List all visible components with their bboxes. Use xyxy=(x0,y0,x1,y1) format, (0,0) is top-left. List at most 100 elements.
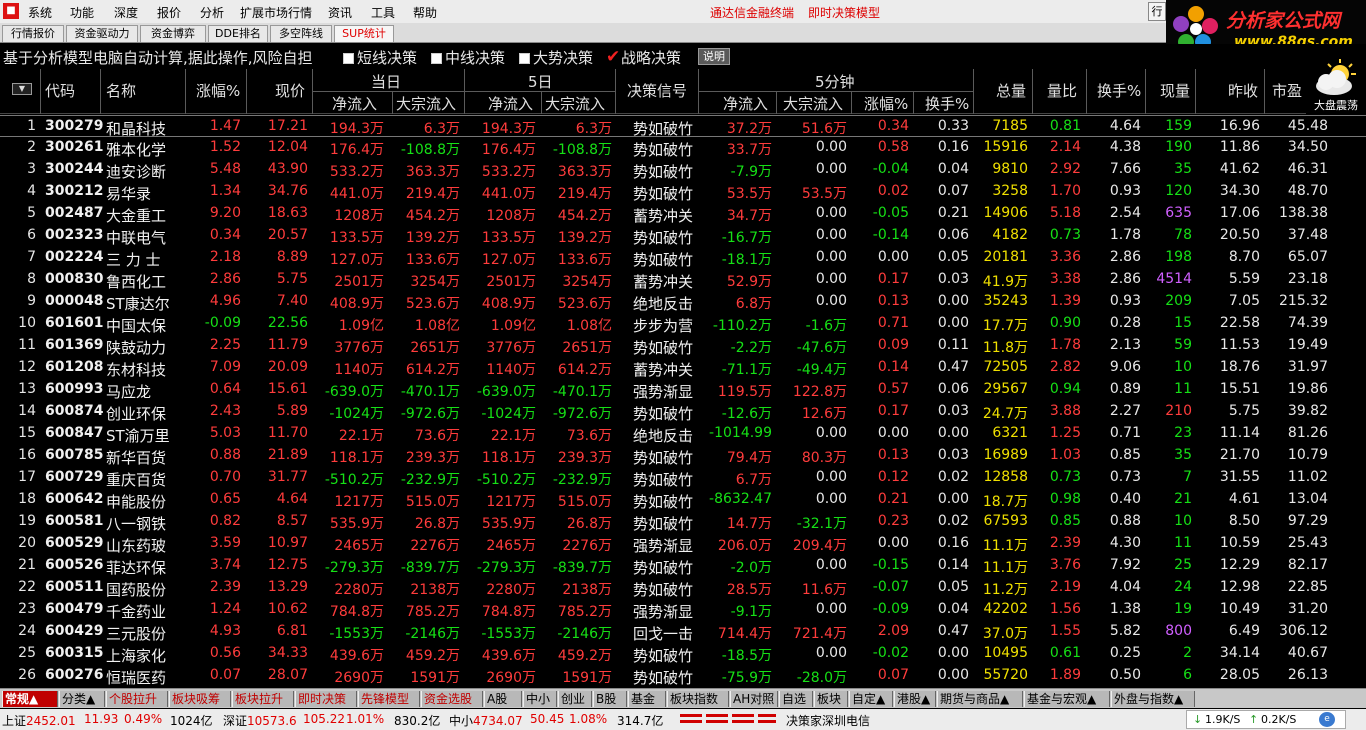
header-5min-turnover[interactable]: 换手% xyxy=(925,93,969,114)
bottom-tab[interactable]: 资金选股 xyxy=(421,691,483,707)
bottom-tab[interactable]: 期货与商品▲ xyxy=(937,691,1023,707)
menu-extended-market[interactable]: 扩展市场行情 xyxy=(240,4,312,21)
bottom-tab[interactable]: 常规▲ xyxy=(2,691,58,707)
header-5min-bulkflow[interactable]: 大宗流入 xyxy=(783,93,843,114)
bottom-tab[interactable]: 即时决策 xyxy=(295,691,357,707)
bottom-tab[interactable]: 自定▲ xyxy=(849,691,893,707)
table-row[interactable]: 10 601601 中国太保 步步为营 -0.09 22.56 1.09亿 1.08亿 1.09… xyxy=(0,313,1366,335)
menu-quote[interactable]: 报价 xyxy=(157,4,181,21)
header-pe[interactable]: 市盈 xyxy=(1272,80,1302,101)
menu-tools[interactable]: 工具 xyxy=(371,4,395,21)
header-volume[interactable]: 总量 xyxy=(996,80,1026,101)
bottom-tab[interactable]: 基金与宏观▲ xyxy=(1024,691,1110,707)
menu-overflow[interactable]: 行 xyxy=(1148,2,1166,21)
table-row[interactable]: 11 601369 陕鼓动力 势如破竹 2.25 11.79 3776万 2651万 3776万… xyxy=(0,335,1366,357)
sz-index[interactable]: 深证10573.6 xyxy=(223,712,297,729)
tab-sup-stats[interactable]: SUP统计 xyxy=(334,25,394,42)
bottom-tab[interactable]: 板块 xyxy=(814,691,848,707)
table-row[interactable]: 7 002224 三 力 士 势如破竹 2.18 8.89 127.0万 133.6万 127.… xyxy=(0,247,1366,269)
table-row[interactable]: 12 601208 东材科技 蓄势冲关 7.09 20.09 1140万 614.2万 1140… xyxy=(0,357,1366,379)
ie-icon[interactable]: e xyxy=(1319,712,1335,727)
table-row[interactable]: 4 300212 易华录 势如破竹 1.34 34.76 441.0万 219.4万 441.0… xyxy=(0,181,1366,203)
tab-dde-ranking[interactable]: DDE排名 xyxy=(208,25,268,42)
table-row[interactable]: 2 300261 雅本化学 势如破竹 1.52 12.04 176.4万 -108.8万 176… xyxy=(0,137,1366,159)
header-today-netflow[interactable]: 净流入 xyxy=(332,93,377,114)
header-price[interactable]: 现价 xyxy=(275,80,305,101)
table-row[interactable]: 1 300279 和晶科技 势如破竹 1.47 17.21 194.3万 6.3万 194.3万… xyxy=(0,115,1366,138)
sh-index[interactable]: 上证2452.01 xyxy=(2,712,76,729)
tab-quotes[interactable]: 行情报价 xyxy=(2,25,64,42)
table-row[interactable]: 13 600993 马应龙 强势渐显 0.64 15.61 -639.0万 -470.1万 -6… xyxy=(0,379,1366,401)
header-volume-ratio[interactable]: 量比 xyxy=(1047,80,1077,101)
header-5day-bulkflow[interactable]: 大宗流入 xyxy=(545,93,605,114)
tab-capital-game[interactable]: 资金博弈 xyxy=(140,25,206,42)
table-row[interactable]: 23 600479 千金药业 强势渐显 1.24 10.62 784.8万 785.2万 784… xyxy=(0,599,1366,621)
short-term-checkbox[interactable]: 短线决策 xyxy=(343,47,417,68)
header-code[interactable]: 代码 xyxy=(45,80,75,101)
explain-button[interactable]: 说明 xyxy=(698,48,730,65)
bottom-tab[interactable]: 分类▲ xyxy=(59,691,105,707)
table-row[interactable]: 25 600315 上海家化 势如破竹 0.56 34.33 439.6万 459.2万 439… xyxy=(0,643,1366,665)
table-row[interactable]: 20 600529 山东药玻 强势渐显 3.59 10.97 2465万 2276万 2465万… xyxy=(0,533,1366,555)
bottom-tab[interactable]: 基金 xyxy=(628,691,666,707)
header-5min-netflow[interactable]: 净流入 xyxy=(723,93,768,114)
header-today-bulkflow[interactable]: 大宗流入 xyxy=(396,93,456,114)
header-5day-netflow[interactable]: 净流入 xyxy=(488,93,533,114)
cell-vol: 12858 xyxy=(983,469,1028,485)
table-row[interactable]: 16 600785 新华百货 势如破竹 0.88 21.89 118.1万 239.3万 118… xyxy=(0,445,1366,467)
menu-help[interactable]: 帮助 xyxy=(413,4,437,21)
menu-depth[interactable]: 深度 xyxy=(114,4,138,21)
bottom-tab[interactable]: B股 xyxy=(593,691,627,707)
bottom-tab[interactable]: 个股拉升 xyxy=(106,691,168,707)
header-change-pct[interactable]: 涨幅% xyxy=(196,80,240,101)
cell-d-bulk: 454.2万 xyxy=(405,208,460,224)
menu-analysis[interactable]: 分析 xyxy=(200,4,224,21)
header-5min-change[interactable]: 涨幅% xyxy=(864,93,908,114)
menu-news[interactable]: 资讯 xyxy=(328,4,352,21)
bottom-tab[interactable]: 板块拉升 xyxy=(232,691,294,707)
tab-long-short[interactable]: 多空阵线 xyxy=(270,25,332,42)
table-row[interactable]: 22 600511 国药股份 势如破竹 2.39 13.29 2280万 2138万 2280万… xyxy=(0,577,1366,599)
header-current-volume[interactable]: 现量 xyxy=(1160,80,1190,101)
mid-term-checkbox[interactable]: 中线决策 xyxy=(431,47,505,68)
bottom-tab[interactable]: AH对照 xyxy=(730,691,778,707)
table-row[interactable]: 5 002487 大金重工 蓄势冲关 9.20 18.63 1208万 454.2万 1208万… xyxy=(0,203,1366,225)
table-row[interactable]: 21 600526 菲达环保 势如破竹 3.74 12.75 -279.3万 -839.7万 -… xyxy=(0,555,1366,577)
bottom-tab[interactable]: 自选 xyxy=(779,691,813,707)
broker-server[interactable]: 决策家深圳电信 xyxy=(786,712,870,729)
menu-system[interactable]: 系统 xyxy=(28,4,52,21)
bottom-tab[interactable]: A股 xyxy=(484,691,522,707)
bottom-tab[interactable]: 港股▲ xyxy=(894,691,936,707)
app-icon[interactable]: ■ xyxy=(3,3,19,19)
header-name[interactable]: 名称 xyxy=(106,80,136,101)
bottom-tab[interactable]: 板块指数 xyxy=(667,691,729,707)
header-signal[interactable]: 决策信号 xyxy=(627,80,687,101)
sort-dropdown-icon[interactable]: ▼ xyxy=(12,83,32,95)
table-row[interactable]: 3 300244 迪安诊断 势如破竹 5.48 43.90 533.2万 363.3万 533.… xyxy=(0,159,1366,181)
bottom-tab[interactable]: 先锋模型 xyxy=(358,691,420,707)
table-row[interactable]: 24 600429 三元股份 回戈一击 4.93 6.81 -1553万 -2146万 -155… xyxy=(0,621,1366,643)
cell-turn: 0.89 xyxy=(1109,381,1141,397)
header-prev-close[interactable]: 昨收 xyxy=(1228,80,1258,101)
table-row[interactable]: 26 600276 恒瑞医药 势如破竹 0.07 28.07 2690万 1591万 2690万… xyxy=(0,665,1366,687)
table-row[interactable]: 19 600581 八一钢铁 势如破竹 0.82 8.57 535.9万 26.8万 535.9… xyxy=(0,511,1366,533)
table-row[interactable]: 18 600642 申能股份 势如破竹 0.65 4.64 1217万 515.0万 1217万… xyxy=(0,489,1366,511)
table-row[interactable]: 8 000830 鲁西化工 蓄势冲关 2.86 5.75 2501万 3254万 2501万 32… xyxy=(0,269,1366,291)
table-row[interactable]: 14 600874 创业环保 势如破竹 2.43 5.89 -1024万 -972.6万 -10… xyxy=(0,401,1366,423)
table-row[interactable]: 6 002323 中联电气 势如破竹 0.34 20.57 133.5万 139.2万 133.… xyxy=(0,225,1366,247)
strategy-checkbox[interactable]: 战略决策 xyxy=(606,47,681,68)
bottom-tab[interactable]: 中小 xyxy=(523,691,557,707)
trend-checkbox[interactable]: 大势决策 xyxy=(519,47,593,68)
cell-d-net: 1208万 xyxy=(334,208,384,224)
table-row[interactable]: 15 600847 ST渝万里 绝地反击 5.03 11.70 22.1万 73.6万 22.1… xyxy=(0,423,1366,445)
bottom-tab[interactable]: 外盘与指数▲ xyxy=(1111,691,1195,707)
bottom-tab[interactable]: 板块吸筹 xyxy=(169,691,231,707)
table-row[interactable]: 9 000048 ST康达尔 绝地反击 4.96 7.40 408.9万 523.6万 408.… xyxy=(0,291,1366,313)
header-turnover[interactable]: 换手% xyxy=(1097,80,1141,101)
menu-function[interactable]: 功能 xyxy=(70,4,94,21)
table-row[interactable]: 17 600729 重庆百货 势如破竹 0.70 31.77 -510.2万 -232.9万 -… xyxy=(0,467,1366,489)
tab-capital-drive[interactable]: 资金驱动力 xyxy=(66,25,138,42)
cell-cur: 21 xyxy=(1174,491,1192,507)
bottom-tab[interactable]: 创业 xyxy=(558,691,592,707)
sme-index[interactable]: 中小4734.07 xyxy=(449,712,523,729)
